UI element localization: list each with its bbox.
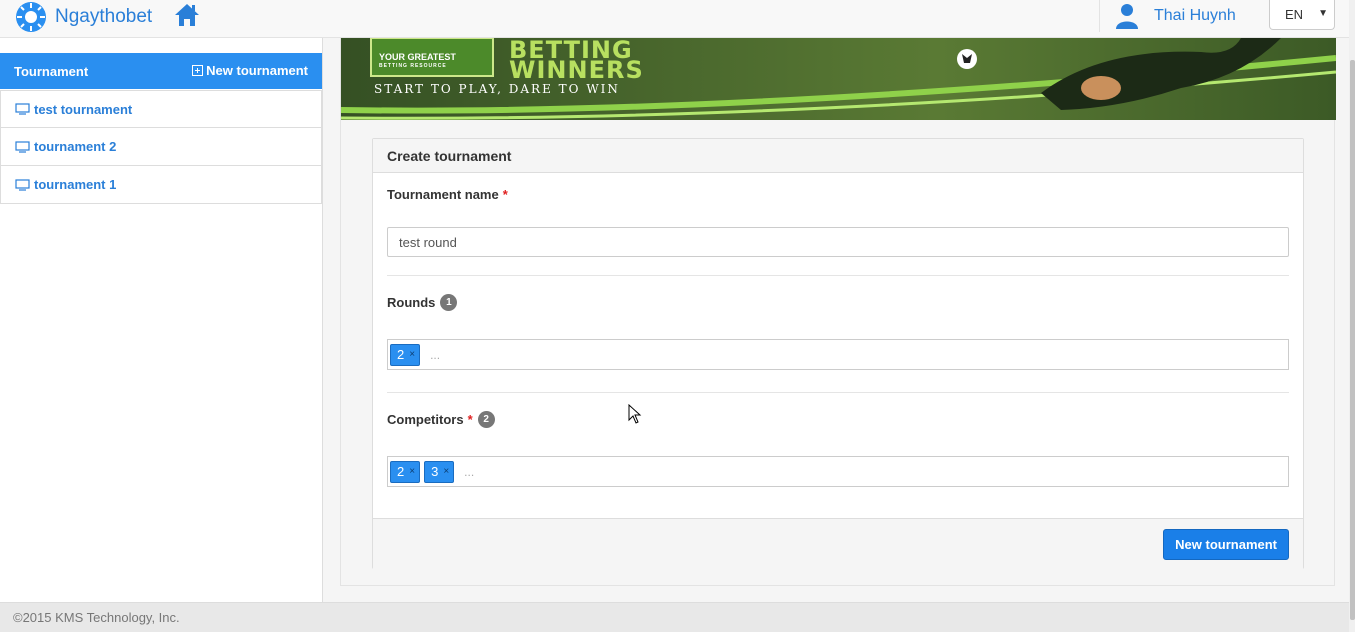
- banner-badge-line2: BETTING RESOURCE: [379, 63, 447, 69]
- sidebar-item-tournament-1[interactable]: tournament 1: [0, 166, 322, 204]
- sidebar: Tournament New tournament test tournamen…: [0, 38, 323, 602]
- divider: [387, 275, 1289, 276]
- tag-label: 2: [397, 464, 405, 479]
- tag-placeholder[interactable]: ...: [430, 348, 440, 362]
- tag-placeholder[interactable]: ...: [464, 465, 474, 479]
- panel-title: Create tournament: [373, 139, 1303, 173]
- content-wrapper: . BETTING WINNERS YOUR GREATEST BETTING …: [340, 38, 1336, 586]
- brand-name[interactable]: Ngaythobet: [55, 6, 152, 28]
- tournament-name-label: Tournament name *: [387, 187, 508, 202]
- competitors-label-text: Competitors: [387, 412, 464, 427]
- tournament-list: test tournament tournament 2 tournament …: [0, 90, 322, 204]
- user-name[interactable]: Thai Huynh: [1154, 7, 1236, 25]
- rounds-label-text: Rounds: [387, 295, 436, 310]
- tag-remove-icon[interactable]: ×: [409, 349, 415, 360]
- rounds-tag-input[interactable]: 2 × ...: [387, 339, 1289, 370]
- banner-tagline: START TO PLAY, DARE TO WIN: [374, 82, 620, 96]
- caret-down-icon: ▼: [1318, 8, 1328, 19]
- page-footer: ©2015 KMS Technology, Inc.: [0, 602, 1349, 632]
- tag-label: 2: [397, 347, 405, 362]
- sidebar-header: Tournament New tournament: [0, 53, 322, 89]
- competitor-tag[interactable]: 3 ×: [424, 460, 455, 483]
- competitors-count-badge: 2: [477, 411, 495, 428]
- tag-remove-icon[interactable]: ×: [443, 466, 449, 477]
- home-icon[interactable]: [173, 1, 201, 29]
- tag-label: 3: [431, 464, 439, 479]
- main-content: . BETTING WINNERS YOUR GREATEST BETTING …: [323, 38, 1349, 602]
- divider: [387, 392, 1289, 393]
- sidebar-item-label[interactable]: tournament 2: [34, 139, 116, 154]
- tag-remove-icon[interactable]: ×: [409, 466, 415, 477]
- sidebar-title: Tournament: [14, 63, 89, 79]
- required-mark: *: [467, 412, 473, 427]
- create-tournament-panel: Create tournament Tournament name * Roun…: [372, 138, 1304, 569]
- sidebar-new-label[interactable]: New tournament: [206, 63, 308, 78]
- page-scrollbar[interactable]: [1349, 0, 1355, 632]
- banner-line2: WINNERS: [509, 56, 644, 84]
- competitor-tag[interactable]: 2 ×: [390, 460, 421, 483]
- plus-square-icon: [192, 65, 204, 76]
- brand-logo-icon: [16, 1, 46, 32]
- round-tag[interactable]: 2 ×: [390, 343, 421, 366]
- top-navbar: Ngaythobet Thai Huynh EN ▼: [0, 0, 1349, 38]
- user-menu[interactable]: Thai Huynh: [1099, 0, 1263, 32]
- rounds-label: Rounds 1: [387, 294, 458, 311]
- banner-badge-line1: YOUR GREATEST: [379, 52, 456, 62]
- sidebar-item-label[interactable]: test tournament: [34, 102, 132, 117]
- sidebar-item-label[interactable]: tournament 1: [34, 177, 116, 192]
- brand-link[interactable]: Ngaythobet: [14, 0, 152, 33]
- monitor-icon: [15, 178, 30, 191]
- competitors-tag-input[interactable]: 2 × 3 × ...: [387, 456, 1289, 487]
- tournament-name-label-text: Tournament name: [387, 187, 499, 202]
- competitors-label: Competitors * 2: [387, 411, 495, 428]
- promo-banner: . BETTING WINNERS YOUR GREATEST BETTING …: [341, 38, 1336, 120]
- mouse-cursor-icon: [628, 404, 642, 424]
- monitor-icon: [15, 140, 30, 153]
- required-mark: *: [502, 187, 508, 202]
- language-value: EN: [1285, 7, 1304, 22]
- language-select[interactable]: EN ▼: [1269, 0, 1335, 30]
- copyright-text: ©2015 KMS Technology, Inc.: [13, 610, 180, 625]
- user-icon: [1116, 4, 1138, 29]
- sidebar-item-tournament-2[interactable]: tournament 2: [0, 128, 322, 166]
- new-tournament-button[interactable]: New tournament: [1163, 529, 1289, 560]
- sidebar-item-test-tournament[interactable]: test tournament: [0, 90, 322, 128]
- banner-graphic: .: [341, 38, 1336, 120]
- tournament-name-input[interactable]: [387, 227, 1289, 257]
- scrollbar-thumb[interactable]: [1350, 60, 1355, 620]
- rounds-count-badge: 1: [440, 294, 458, 311]
- sidebar-new-tournament-link[interactable]: New tournament: [192, 63, 308, 78]
- panel-footer: New tournament: [373, 518, 1303, 569]
- monitor-icon: [15, 103, 30, 115]
